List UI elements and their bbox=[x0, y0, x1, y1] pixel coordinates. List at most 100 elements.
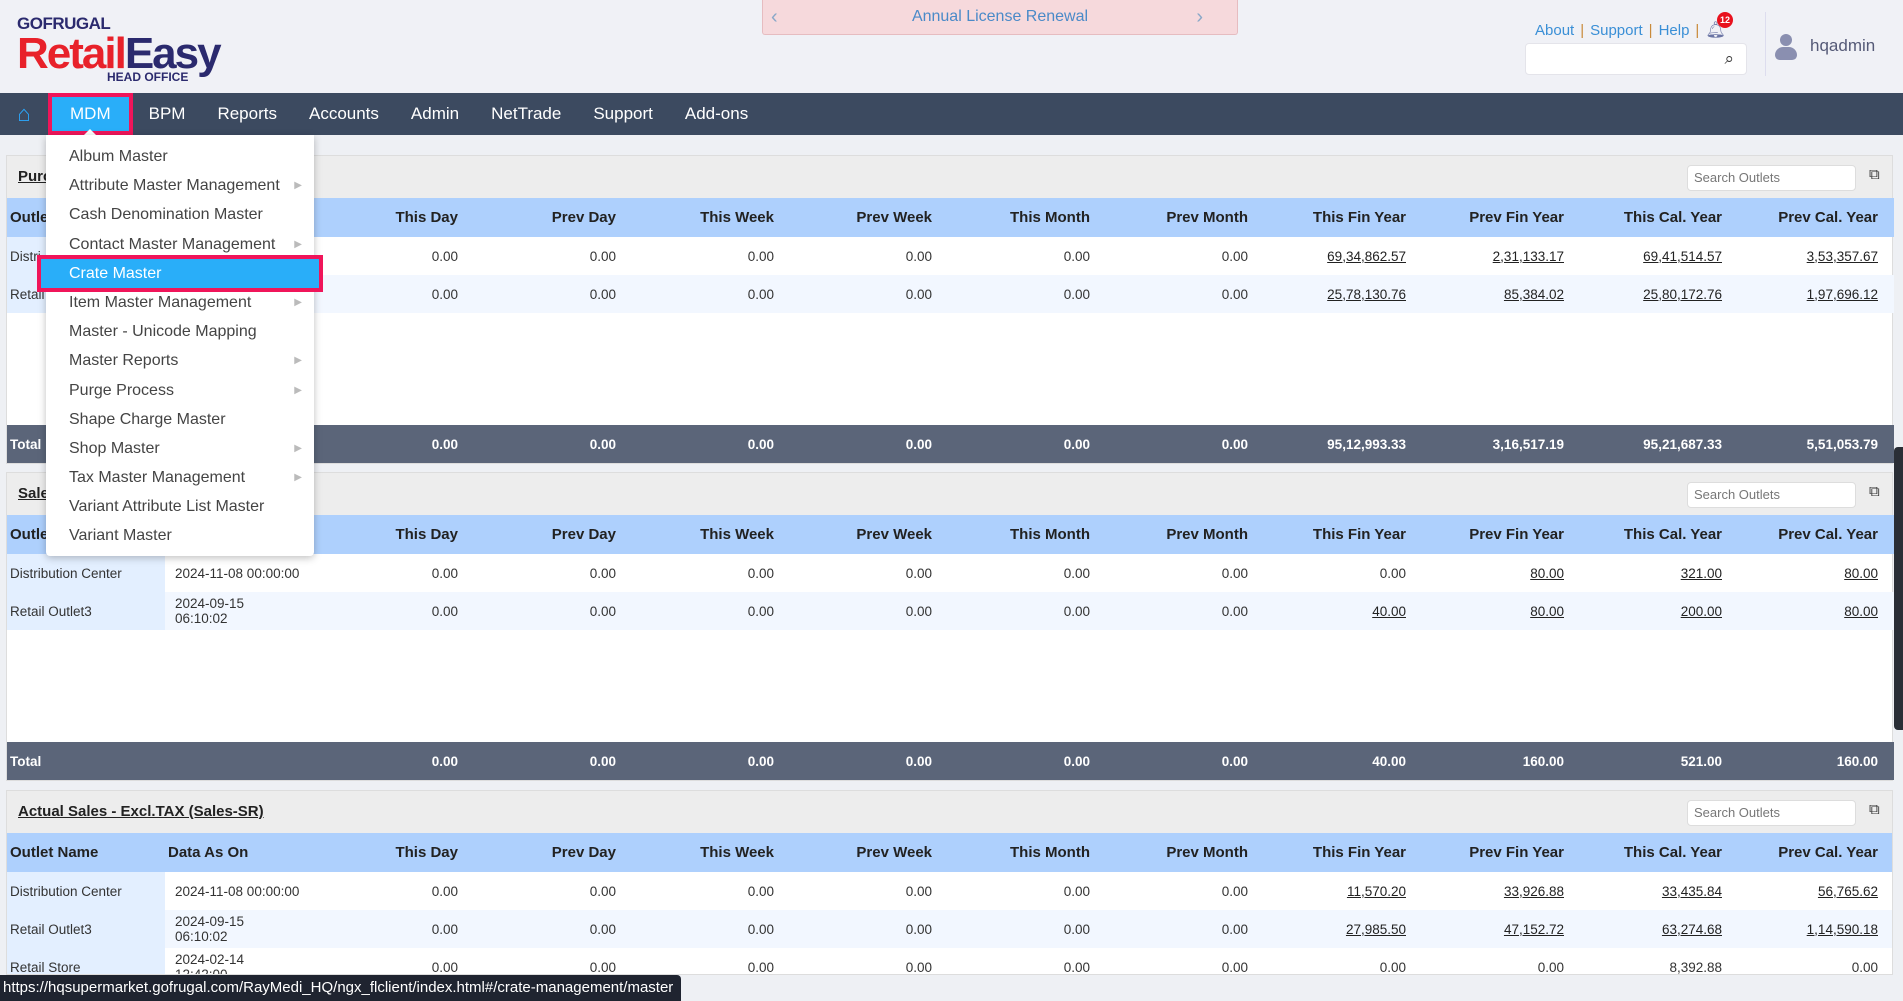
column-header[interactable]: Prev Fin Year bbox=[1422, 515, 1580, 554]
value-link[interactable]: 80.00 bbox=[1530, 566, 1564, 581]
column-header[interactable]: This Week bbox=[632, 833, 790, 872]
column-header[interactable]: Prev Month bbox=[1106, 198, 1264, 237]
nav-item-support[interactable]: Support bbox=[577, 93, 669, 135]
value-link[interactable]: 63,274.68 bbox=[1662, 922, 1722, 937]
help-link[interactable]: Help bbox=[1659, 22, 1690, 39]
value-link[interactable]: 56,765.62 bbox=[1818, 884, 1878, 899]
chevron-right-icon[interactable]: › bbox=[1196, 0, 1203, 34]
menu-item[interactable]: Crate Master bbox=[37, 254, 323, 292]
search-outlets-input[interactable]: Search Outlets bbox=[1687, 800, 1856, 826]
banner-text[interactable]: Annual License Renewal bbox=[912, 8, 1088, 25]
value-link[interactable]: 40.00 bbox=[1372, 604, 1406, 619]
username[interactable]: hqadmin bbox=[1810, 36, 1875, 56]
value-link[interactable]: 25,80,172.76 bbox=[1643, 287, 1722, 302]
support-link[interactable]: Support bbox=[1590, 22, 1643, 39]
scrollbar[interactable] bbox=[1894, 447, 1903, 730]
search-outlets-input[interactable]: Search Outlets bbox=[1687, 165, 1856, 191]
column-header[interactable]: This Day bbox=[316, 198, 474, 237]
column-header[interactable]: Prev Cal. Year bbox=[1738, 198, 1894, 237]
search-outlets-input[interactable]: Search Outlets bbox=[1687, 482, 1856, 508]
column-header[interactable]: Prev Week bbox=[790, 515, 948, 554]
menu-item[interactable]: Variant Attribute List Master bbox=[46, 492, 314, 521]
value-link[interactable]: 321.00 bbox=[1681, 566, 1722, 581]
menu-item[interactable]: Attribute Master Management ▶ bbox=[46, 171, 314, 200]
value-link[interactable]: 80.00 bbox=[1530, 604, 1564, 619]
menu-item[interactable]: Album Master bbox=[46, 142, 314, 171]
menu-item[interactable]: Item Master Management ▶ bbox=[46, 288, 314, 317]
value-link[interactable]: 47,152.72 bbox=[1504, 922, 1564, 937]
column-header[interactable]: This Fin Year bbox=[1264, 198, 1422, 237]
column-header[interactable]: This Month bbox=[948, 515, 1106, 554]
column-header[interactable]: This Cal. Year bbox=[1580, 198, 1738, 237]
column-header[interactable]: Data As On bbox=[165, 833, 316, 872]
value-link[interactable]: 80.00 bbox=[1844, 604, 1878, 619]
nav-item-nettrade[interactable]: NetTrade bbox=[475, 93, 577, 135]
column-header[interactable]: Prev Month bbox=[1106, 515, 1264, 554]
menu-item[interactable]: Master - Unicode Mapping bbox=[46, 317, 314, 346]
column-header[interactable]: Prev Week bbox=[790, 198, 948, 237]
nav-item-mdm[interactable]: MDM bbox=[48, 93, 133, 135]
column-header[interactable]: Prev Cal. Year bbox=[1738, 833, 1892, 872]
value-link[interactable]: 85,384.02 bbox=[1504, 287, 1564, 302]
user-avatar-icon[interactable] bbox=[1775, 34, 1797, 62]
column-header[interactable]: Outlet Name bbox=[7, 833, 165, 872]
value-link[interactable]: 1,97,696.12 bbox=[1807, 287, 1878, 302]
column-header[interactable]: Prev Week bbox=[790, 833, 948, 872]
nav-item-reports[interactable]: Reports bbox=[201, 93, 293, 135]
column-header[interactable]: This Month bbox=[948, 198, 1106, 237]
license-banner[interactable]: ‹ Annual License Renewal › bbox=[762, 0, 1238, 35]
chevron-left-icon[interactable]: ‹ bbox=[771, 0, 778, 34]
value-link[interactable]: 33,435.84 bbox=[1662, 884, 1722, 899]
value-link[interactable]: 27,985.50 bbox=[1346, 922, 1406, 937]
menu-item[interactable]: Variant Master bbox=[46, 521, 314, 550]
column-header[interactable]: This Week bbox=[632, 515, 790, 554]
external-link-icon[interactable]: ⧉ bbox=[1869, 166, 1880, 183]
column-header[interactable]: Prev Fin Year bbox=[1422, 198, 1580, 237]
column-header[interactable]: This Week bbox=[632, 198, 790, 237]
column-header[interactable]: Prev Day bbox=[474, 515, 632, 554]
value-link[interactable]: 1,14,590.18 bbox=[1807, 922, 1878, 937]
nav-item-accounts[interactable]: Accounts bbox=[293, 93, 395, 135]
column-header[interactable]: Prev Fin Year bbox=[1422, 833, 1580, 872]
about-link[interactable]: About bbox=[1535, 22, 1574, 39]
value-link[interactable]: 69,34,862.57 bbox=[1327, 249, 1406, 264]
value-link[interactable]: 69,41,514.57 bbox=[1643, 249, 1722, 264]
value-link[interactable]: 200.00 bbox=[1681, 604, 1722, 619]
value-link[interactable]: 11,570.20 bbox=[1347, 884, 1406, 899]
column-header[interactable]: This Day bbox=[316, 833, 474, 872]
value-link[interactable]: 33,926.88 bbox=[1504, 884, 1564, 899]
home-icon[interactable]: ⌂ bbox=[0, 101, 48, 127]
nav-item-admin[interactable]: Admin bbox=[395, 93, 475, 135]
search-icon[interactable]: ⌕ bbox=[1724, 49, 1734, 69]
menu-item[interactable]: Shape Charge Master bbox=[46, 405, 314, 434]
external-link-icon[interactable]: ⧉ bbox=[1869, 801, 1880, 818]
menu-item[interactable]: Purge Process ▶ bbox=[46, 376, 314, 405]
menu-item[interactable]: Tax Master Management ▶ bbox=[46, 463, 314, 492]
global-search-input[interactable]: ⌕ bbox=[1525, 43, 1747, 75]
value-link[interactable]: 3,53,357.67 bbox=[1807, 249, 1878, 264]
menu-item[interactable]: Master Reports ▶ bbox=[46, 346, 314, 375]
panel-title[interactable]: Actual Sales - Excl.TAX (Sales-SR) bbox=[18, 803, 264, 820]
column-header[interactable]: This Cal. Year bbox=[1580, 515, 1738, 554]
menu-item[interactable]: Shop Master ▶ bbox=[46, 434, 314, 463]
menu-item[interactable]: Contact Master Management ▶ bbox=[46, 230, 314, 259]
column-header[interactable]: Prev Month bbox=[1106, 833, 1264, 872]
value-link[interactable]: 2,31,133.17 bbox=[1493, 249, 1564, 264]
column-header[interactable]: This Month bbox=[948, 833, 1106, 872]
retaileasy-logo[interactable]: GOFRUGAL RetailEasy HEAD OFFICE bbox=[17, 14, 222, 84]
value-link[interactable]: 80.00 bbox=[1844, 566, 1878, 581]
external-link-icon[interactable]: ⧉ bbox=[1869, 483, 1880, 500]
column-header[interactable]: This Cal. Year bbox=[1580, 833, 1738, 872]
nav-item-add-ons[interactable]: Add-ons bbox=[669, 93, 764, 135]
panel-title[interactable]: Sale bbox=[18, 485, 49, 502]
menu-item[interactable]: Cash Denomination Master bbox=[46, 200, 314, 229]
notification-badge[interactable]: 12 bbox=[1717, 12, 1733, 28]
column-header[interactable]: This Fin Year bbox=[1264, 515, 1422, 554]
column-header[interactable]: Prev Cal. Year bbox=[1738, 515, 1894, 554]
column-header[interactable]: This Fin Year bbox=[1264, 833, 1422, 872]
nav-item-bpm[interactable]: BPM bbox=[133, 93, 202, 135]
value-link[interactable]: 25,78,130.76 bbox=[1327, 287, 1406, 302]
column-header[interactable]: This Day bbox=[316, 515, 474, 554]
column-header[interactable]: Prev Day bbox=[474, 833, 632, 872]
column-header[interactable]: Prev Day bbox=[474, 198, 632, 237]
